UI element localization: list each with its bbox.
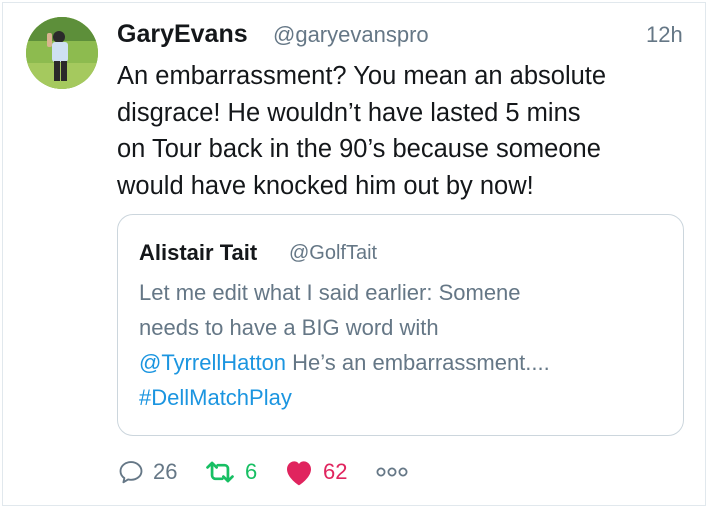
author-handle[interactable]: @garyevanspro xyxy=(273,22,429,48)
avatar[interactable] xyxy=(26,17,98,89)
hashtag-link[interactable]: #DellMatchPlay xyxy=(139,385,292,410)
retweet-count: 6 xyxy=(245,459,258,484)
quoted-text: Let me edit what I said earlier: Somene … xyxy=(139,275,669,415)
retweet-button[interactable]: 6 xyxy=(203,455,257,489)
mention-link[interactable]: @TyrrellHatton xyxy=(139,350,286,375)
quoted-text-line: needs to have a BIG word with xyxy=(139,315,439,340)
avatar-photo xyxy=(26,17,98,89)
quoted-text-line: @TyrrellHatton He’s an embarrassment.... xyxy=(139,345,669,380)
quoted-author-handle: @GolfTait xyxy=(289,242,378,264)
quoted-tweet[interactable]: Alistair Tait @GolfTait Let me edit what… xyxy=(117,214,684,436)
more-icon xyxy=(376,467,408,477)
reply-button[interactable]: 26 xyxy=(117,455,177,489)
tweet-actions: 26 6 62 xyxy=(117,455,517,489)
reply-icon xyxy=(119,461,143,484)
like-count: 62 xyxy=(323,459,348,484)
more-button[interactable] xyxy=(375,455,409,489)
retweet-icon xyxy=(206,461,234,483)
reply-count: 26 xyxy=(153,459,178,484)
tweet-text-line: on Tour back in the 90’s because someone xyxy=(117,135,601,163)
tweet-text-line: would have knocked him out by now! xyxy=(117,171,534,200)
tweet-text-line: An embarrassment? You mean an absolute xyxy=(117,62,607,90)
quoted-text-fragment: He’s an embarrassment.... xyxy=(286,350,550,375)
author-name[interactable]: GaryEvans xyxy=(117,20,248,49)
heart-icon xyxy=(287,461,311,486)
quoted-text-line: Let me edit what I said earlier: Somene xyxy=(139,280,521,305)
tweet-timestamp[interactable]: 12h xyxy=(646,22,683,48)
tweet-text: An embarrassment? You mean an absolute d… xyxy=(117,58,697,204)
quoted-author-name: Alistair Tait xyxy=(139,240,258,265)
like-button[interactable]: 62 xyxy=(283,455,347,489)
tweet-text-line: disgrace! He wouldn’t have lasted 5 mins xyxy=(117,98,581,127)
